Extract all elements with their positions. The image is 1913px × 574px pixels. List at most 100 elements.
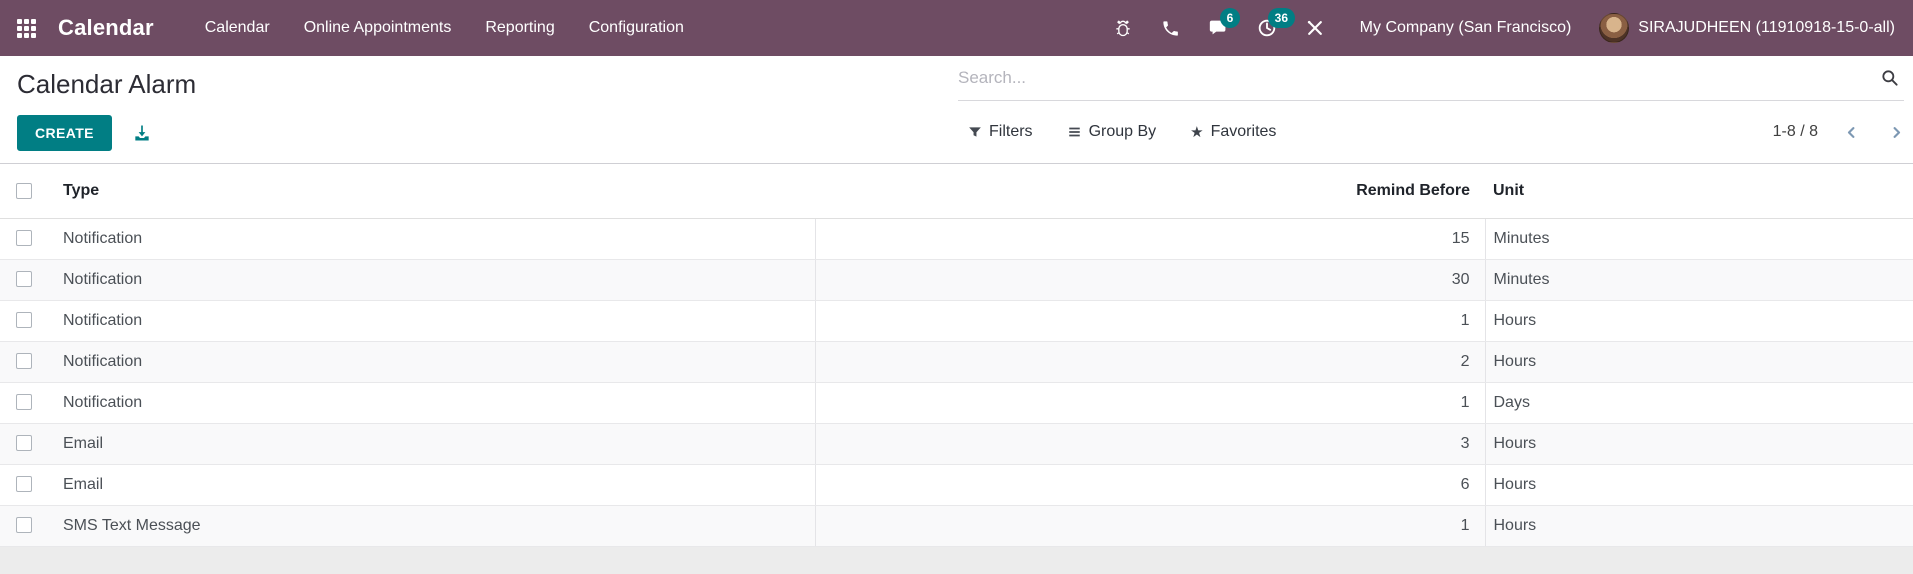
star-icon: ★ [1190, 123, 1204, 141]
filters-menu[interactable]: Filters [958, 117, 1043, 147]
row-select-cell[interactable] [0, 341, 48, 383]
alarm-table: Type Remind Before Unit Notification 15 … [0, 164, 1913, 547]
column-header-unit[interactable]: Unit [1485, 164, 1889, 219]
phone-icon [1163, 20, 1179, 36]
select-all-checkbox[interactable] [16, 182, 32, 199]
bug-icon[interactable] [1102, 0, 1144, 56]
group-by-menu[interactable]: Group By [1057, 117, 1167, 147]
column-header-remind-before[interactable]: Remind Before [815, 164, 1485, 219]
row-checkbox[interactable] [16, 435, 32, 452]
row-unit[interactable]: Hours [1484, 341, 1889, 383]
row-select-cell[interactable] [0, 218, 48, 260]
pager-previous-button[interactable] [1844, 124, 1859, 141]
row-select-cell[interactable] [0, 259, 48, 301]
row-unit[interactable]: Minutes [1484, 259, 1889, 301]
row-checkbox[interactable] [16, 271, 32, 288]
alarm-table-body: Notification 15 Minutes Notification 30 … [0, 218, 1913, 547]
table-row[interactable]: Notification 1 Days [0, 382, 1913, 424]
row-type[interactable]: SMS Text Message [48, 505, 815, 547]
control-panel: Calendar Alarm CREATE Search... Filters … [0, 56, 1913, 164]
row-remind-before[interactable]: 1 [814, 382, 1485, 424]
table-row[interactable]: Email 3 Hours [0, 423, 1913, 465]
row-checkbox[interactable] [16, 230, 32, 247]
download-icon [135, 125, 149, 141]
favorites-menu[interactable]: ★ Favorites [1180, 117, 1286, 147]
favorites-label: Favorites [1210, 123, 1277, 140]
phone-icon[interactable] [1150, 0, 1192, 56]
row-checkbox[interactable] [16, 312, 32, 329]
activities-badge: 36 [1267, 8, 1296, 28]
create-button[interactable]: CREATE [17, 115, 112, 151]
row-checkbox[interactable] [16, 476, 32, 493]
menu-item[interactable]: Online Appointments [287, 0, 469, 56]
table-row[interactable]: Notification 30 Minutes [0, 259, 1913, 301]
row-checkbox[interactable] [16, 394, 32, 411]
row-type[interactable]: Notification [48, 259, 815, 301]
main-menu: Calendar Online Appointments Reporting Conf… [188, 0, 701, 56]
row-remind-before[interactable]: 2 [814, 341, 1485, 383]
table-row[interactable]: Email 6 Hours [0, 464, 1913, 506]
optional-columns-button[interactable] [1889, 164, 1913, 219]
row-select-cell[interactable] [0, 505, 48, 547]
page-title: Calendar Alarm [17, 69, 197, 99]
table-row[interactable]: Notification 1 Hours [0, 300, 1913, 342]
row-unit[interactable]: Hours [1484, 505, 1889, 547]
tools-icon[interactable] [1294, 0, 1336, 56]
row-remind-before[interactable]: 6 [814, 464, 1485, 506]
row-end-spacer [1889, 423, 1913, 465]
menu-item[interactable]: Configuration [572, 0, 701, 56]
row-type[interactable]: Notification [48, 218, 815, 260]
row-unit[interactable]: Days [1484, 382, 1889, 424]
user-name: SIRAJUDHEEN (11910918-15-0-all) [1638, 19, 1895, 36]
table-row[interactable]: Notification 15 Minutes [0, 218, 1913, 260]
row-type[interactable]: Email [48, 464, 815, 506]
row-type[interactable]: Notification [48, 341, 815, 383]
apps-menu-button[interactable] [0, 0, 52, 56]
wrench-screwdriver-icon [1307, 20, 1322, 35]
row-remind-before[interactable]: 1 [814, 505, 1485, 547]
row-type[interactable]: Email [48, 423, 815, 465]
activities-icon[interactable]: 36 [1246, 0, 1296, 56]
table-row[interactable]: Notification 2 Hours [0, 341, 1913, 383]
user-menu[interactable]: SIRAJUDHEEN (11910918-15-0-all) [1595, 13, 1899, 43]
menu-item[interactable]: Calendar [188, 0, 287, 56]
company-switcher[interactable]: My Company (San Francisco) [1342, 19, 1590, 37]
pager-next-button[interactable] [1889, 124, 1904, 141]
row-unit[interactable]: Minutes [1484, 218, 1889, 260]
table-row[interactable]: SMS Text Message 1 Hours [0, 505, 1913, 547]
export-button[interactable] [132, 123, 152, 143]
row-select-cell[interactable] [0, 464, 48, 506]
row-unit[interactable]: Hours [1484, 300, 1889, 342]
row-unit[interactable]: Hours [1484, 423, 1889, 465]
filters-label: Filters [989, 123, 1033, 140]
bug-icon [1116, 20, 1130, 37]
top-navbar: Calendar Calendar Online Appointments Repo… [0, 0, 1913, 56]
menu-item[interactable]: Reporting [468, 0, 571, 56]
user-avatar [1599, 13, 1630, 43]
chevron-right-icon [1893, 126, 1901, 138]
row-select-cell[interactable] [0, 300, 48, 342]
column-header-type[interactable]: Type [48, 164, 815, 219]
row-remind-before[interactable]: 15 [814, 218, 1485, 260]
search-input[interactable] [958, 68, 1876, 88]
search-icon [1882, 70, 1898, 86]
row-select-cell[interactable] [0, 423, 48, 465]
row-remind-before[interactable]: 1 [814, 300, 1485, 342]
row-checkbox[interactable] [16, 517, 32, 534]
row-remind-before[interactable]: 3 [814, 423, 1485, 465]
row-end-spacer [1889, 300, 1913, 342]
row-unit[interactable]: Hours [1484, 464, 1889, 506]
row-select-cell[interactable] [0, 382, 48, 424]
row-end-spacer [1889, 218, 1913, 260]
search-button[interactable] [1876, 66, 1904, 90]
list-view: Type Remind Before Unit Notification 15 … [0, 164, 1913, 547]
select-all-cell[interactable] [0, 164, 48, 219]
row-type[interactable]: Notification [48, 382, 815, 424]
chevron-left-icon [1847, 126, 1855, 138]
table-header-row: Type Remind Before Unit [0, 164, 1913, 219]
messages-icon[interactable]: 6 [1198, 0, 1241, 56]
row-checkbox[interactable] [16, 353, 32, 370]
row-remind-before[interactable]: 30 [814, 259, 1485, 301]
row-type[interactable]: Notification [48, 300, 815, 342]
group-by-label: Group By [1088, 123, 1157, 140]
